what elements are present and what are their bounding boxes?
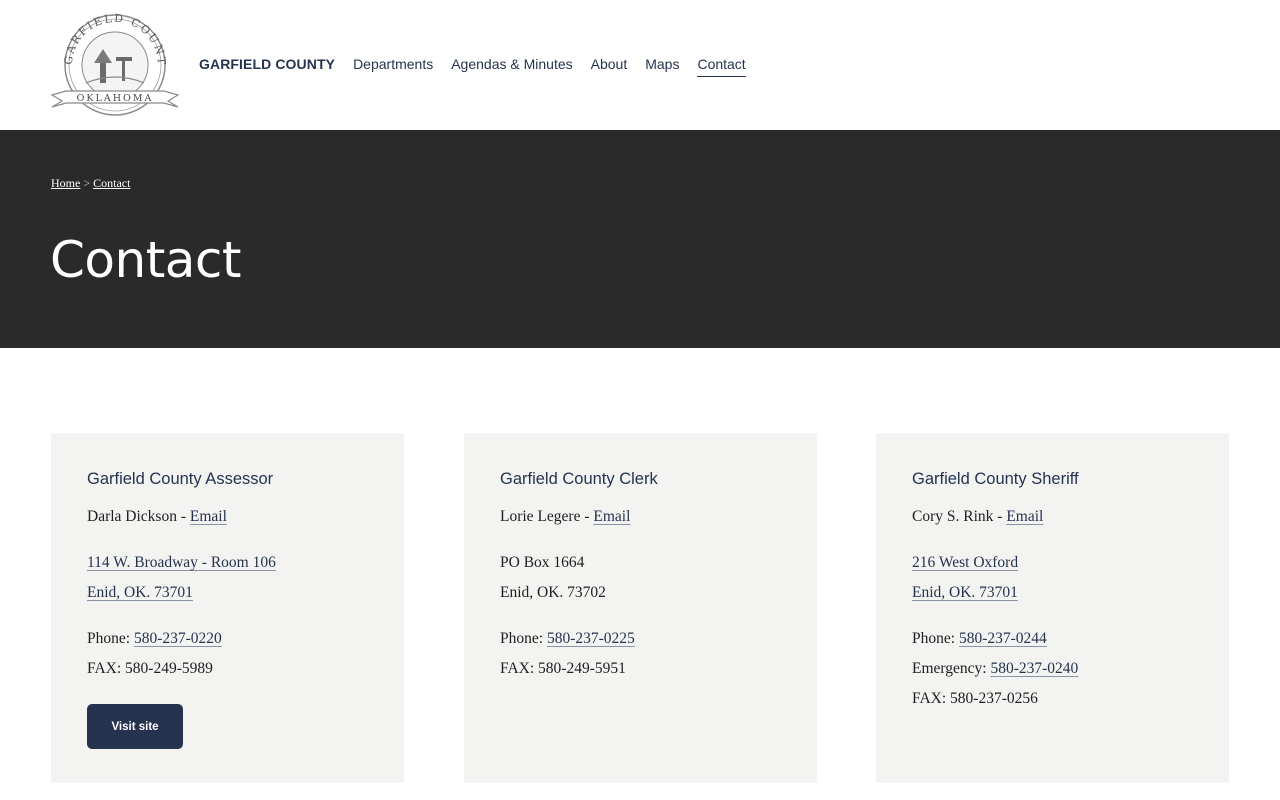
- contact-person: Lorie Legere - Email: [500, 508, 631, 525]
- nav-item-about[interactable]: About: [591, 53, 628, 75]
- emergency-line: Emergency: 580-237-0240: [912, 660, 1079, 677]
- card-title: Garfield County Sheriff: [912, 470, 1079, 488]
- county-seal-logo[interactable]: GARFIELD COUNTY OKLAHOMA: [50, 13, 180, 118]
- phone-link[interactable]: 580-237-0220: [134, 630, 222, 647]
- breadcrumb: Home > Contact: [51, 176, 130, 191]
- address-line2-link[interactable]: Enid, OK. 73701: [912, 584, 1018, 601]
- contact-card-sheriff: Garfield County Sheriff Cory S. Rink - E…: [876, 433, 1229, 783]
- phone-line: Phone: 580-237-0225: [500, 630, 635, 647]
- phone-line: Phone: 580-237-0244: [912, 630, 1047, 647]
- phone-line: Phone: 580-237-0220: [87, 630, 222, 647]
- fax-line: FAX: 580-249-5951: [500, 660, 626, 677]
- contact-card-clerk: Garfield County Clerk Lorie Legere - Ema…: [464, 433, 817, 783]
- fax-line: FAX: 580-249-5989: [87, 660, 213, 677]
- contact-person: Cory S. Rink - Email: [912, 508, 1044, 525]
- address-line1: PO Box 1664: [500, 554, 585, 571]
- address-line1-link[interactable]: 216 West Oxford: [912, 554, 1018, 571]
- nav-item-contact[interactable]: Contact: [697, 53, 746, 77]
- contact-person: Darla Dickson - Email: [87, 508, 227, 525]
- fax-line: FAX: 580-237-0256: [912, 690, 1038, 707]
- card-title: Garfield County Assessor: [87, 470, 274, 488]
- visit-site-button[interactable]: Visit site: [87, 704, 183, 749]
- nav-item-departments[interactable]: Departments: [353, 53, 433, 75]
- card-title: Garfield County Clerk: [500, 470, 658, 488]
- emergency-phone-link[interactable]: 580-237-0240: [990, 660, 1078, 677]
- email-link[interactable]: Email: [593, 508, 630, 525]
- address-line2-link[interactable]: Enid, OK. 73701: [87, 584, 193, 601]
- phone-link[interactable]: 580-237-0225: [547, 630, 635, 647]
- email-link[interactable]: Email: [1006, 508, 1043, 525]
- breadcrumb-home-link[interactable]: Home: [51, 176, 80, 190]
- phone-link[interactable]: 580-237-0244: [959, 630, 1047, 647]
- breadcrumb-current-link[interactable]: Contact: [93, 176, 130, 190]
- address-line2: Enid, OK. 73702: [500, 584, 606, 601]
- nav-item-agendas-minutes[interactable]: Agendas & Minutes: [451, 53, 572, 75]
- main-nav: GARFIELD COUNTY Departments Agendas & Mi…: [199, 53, 764, 81]
- nav-item-maps[interactable]: Maps: [645, 53, 679, 75]
- site-header: GARFIELD COUNTY OKLAHOMA GARFIELD COUNTY…: [0, 0, 1280, 130]
- email-link[interactable]: Email: [190, 508, 227, 525]
- svg-text:OKLAHOMA: OKLAHOMA: [77, 93, 154, 104]
- address-line1-link[interactable]: 114 W. Broadway - Room 106: [87, 554, 276, 571]
- contact-card-assessor: Garfield County Assessor Darla Dickson -…: [51, 433, 404, 783]
- nav-brand-link[interactable]: GARFIELD COUNTY: [199, 53, 335, 75]
- page-title: Contact: [50, 231, 242, 289]
- breadcrumb-separator: >: [83, 176, 91, 190]
- page-hero: Home > Contact Contact: [0, 130, 1280, 348]
